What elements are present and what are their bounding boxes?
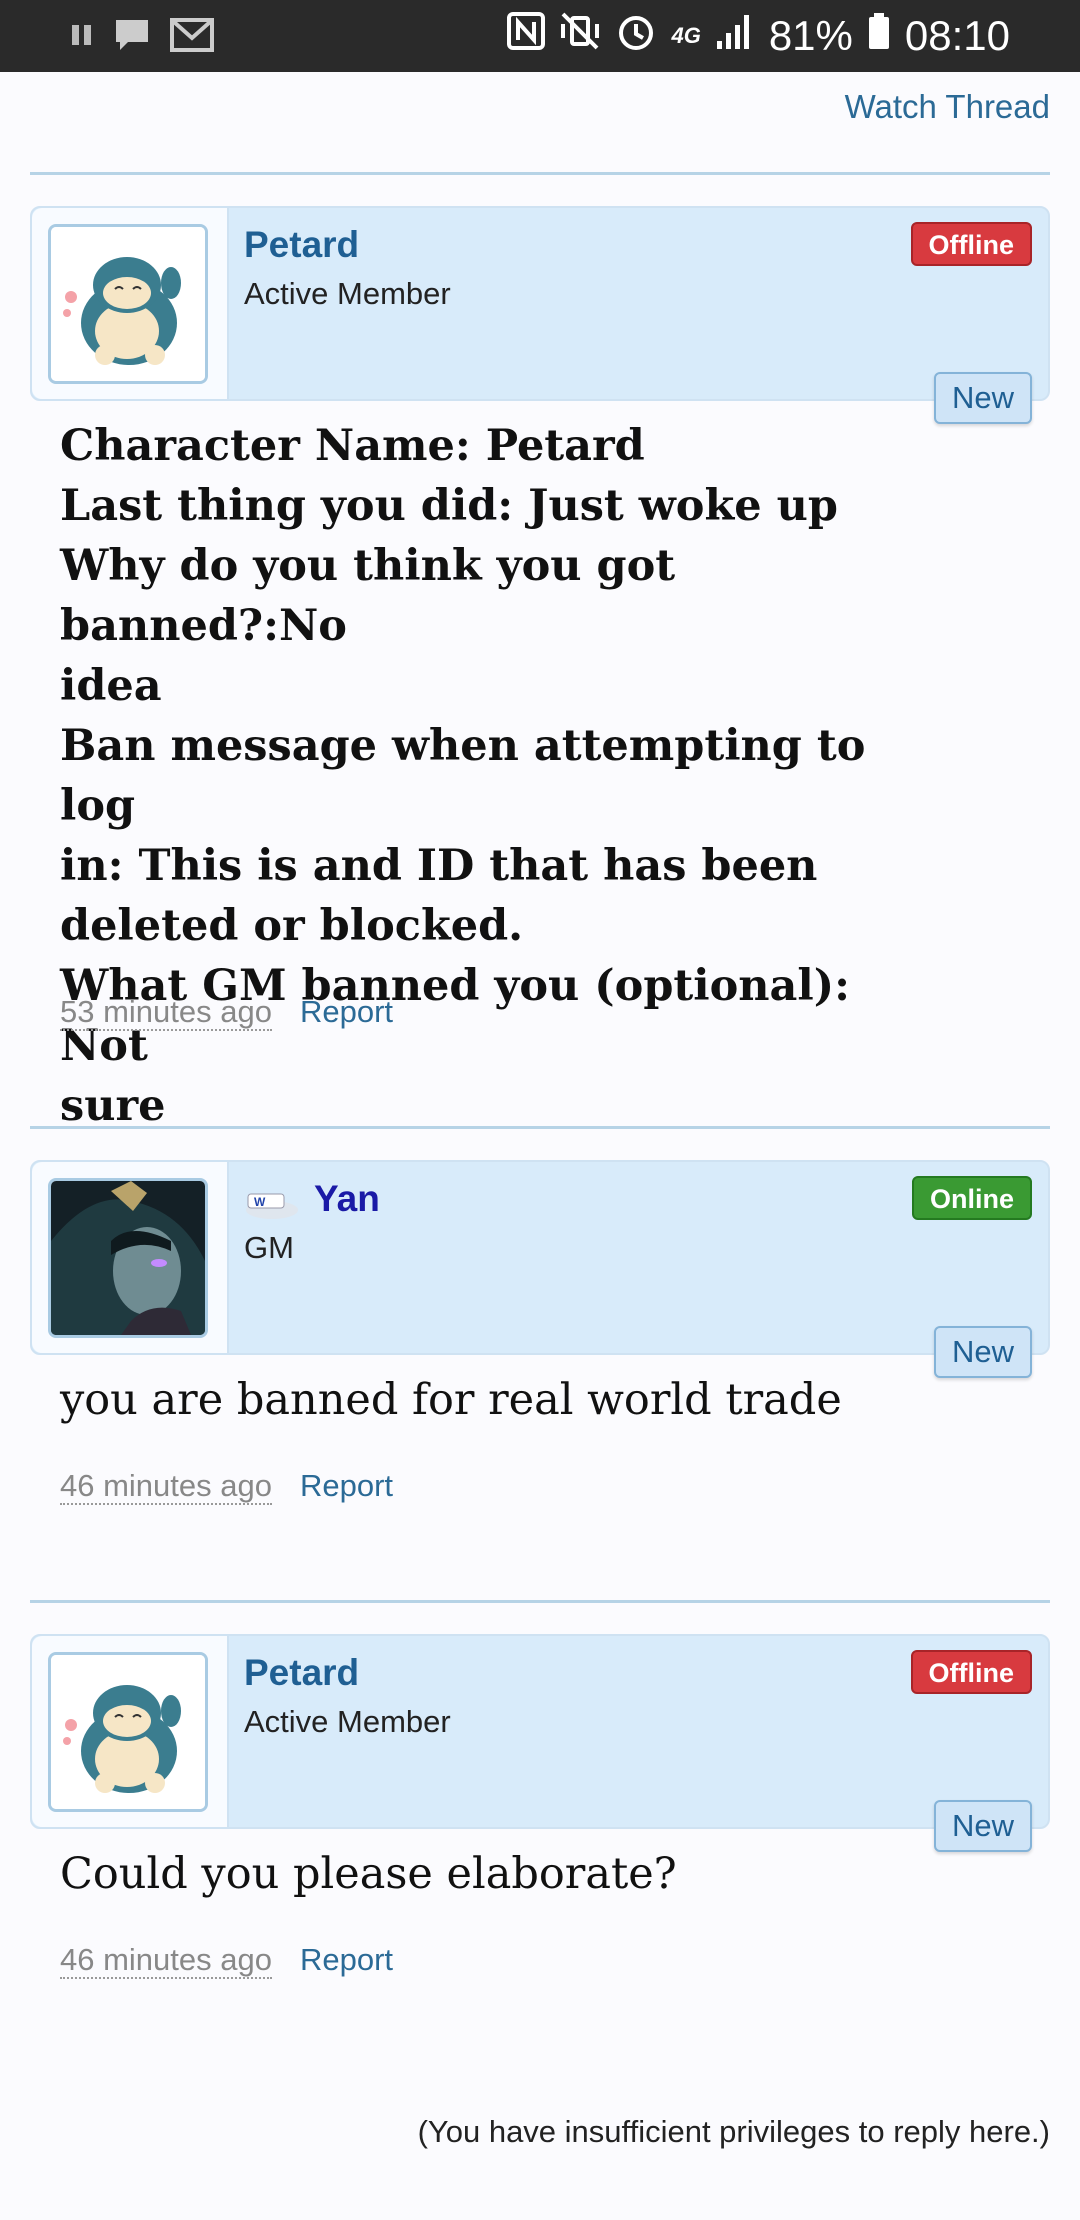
reply-privilege-notice: (You have insufficient privileges to rep…: [417, 2114, 1050, 2149]
new-post-badge[interactable]: New: [933, 1800, 1032, 1852]
post-meta: 46 minutes ago Report: [60, 1468, 393, 1505]
svg-text:W: W: [254, 1195, 266, 1209]
post-separator: [30, 1600, 1050, 1603]
post-separator: [30, 1126, 1050, 1129]
post-message: you are banned for real world trade: [60, 1370, 940, 1430]
message-line: deleted or blocked.: [60, 901, 524, 951]
post-separator: [30, 172, 1050, 175]
chat-icon: [112, 16, 152, 59]
message-line: in: This is and ID that has been: [60, 841, 818, 891]
status-badge: Offline: [910, 1650, 1032, 1694]
message-line: Ban message when attempting to log: [60, 721, 866, 831]
avatar[interactable]: [48, 224, 208, 384]
status-bar: 4G 81% 08:10: [0, 0, 1080, 72]
report-link[interactable]: Report: [300, 1468, 393, 1503]
battery-percent: 81%: [768, 12, 853, 59]
post-meta: 46 minutes ago Report: [60, 1942, 393, 1979]
message-line: Could you please elaborate?: [60, 1849, 677, 1899]
username-link[interactable]: Petard: [244, 224, 359, 266]
nfc-icon: [507, 10, 546, 62]
new-post-badge[interactable]: New: [933, 1326, 1032, 1378]
clock: 08:10: [904, 12, 1010, 59]
avatar[interactable]: [48, 1652, 208, 1812]
message-line: Last thing you did: Just woke up: [60, 481, 838, 531]
user-title: Active Member: [244, 276, 451, 311]
report-link[interactable]: Report: [300, 1942, 393, 1977]
alarm-icon: [615, 10, 657, 62]
message-line: you are banned for real world trade: [60, 1375, 842, 1425]
watch-thread-link[interactable]: Watch Thread: [845, 88, 1050, 126]
post-timestamp[interactable]: 53 minutes ago: [60, 994, 272, 1031]
gmail-icon: [170, 16, 214, 59]
gm-rank-icon: W: [244, 1188, 300, 1227]
username-link[interactable]: Yan: [314, 1178, 380, 1220]
report-link[interactable]: Report: [300, 994, 393, 1029]
post-header: Petard Active Member Offline New: [30, 206, 1050, 424]
post-header: W Yan GM Online New: [30, 1160, 1050, 1378]
user-title: GM: [244, 1230, 294, 1265]
battery-icon: [867, 11, 891, 61]
post-timestamp[interactable]: 46 minutes ago: [60, 1468, 272, 1505]
post-meta: 53 minutes ago Report: [60, 994, 393, 1031]
network-4g-icon: 4G: [671, 23, 701, 48]
pause-icon: [72, 23, 94, 52]
signal-icon: [715, 11, 755, 61]
message-line: idea: [60, 661, 162, 711]
avatar[interactable]: [48, 1178, 208, 1338]
username-link[interactable]: Petard: [244, 1652, 359, 1694]
message-line: Why do you think you got banned?:No: [60, 541, 676, 651]
message-line: Character Name: Petard: [60, 421, 645, 471]
status-badge: Online: [911, 1176, 1032, 1220]
post-header: Petard Active Member Offline New: [30, 1634, 1050, 1852]
status-badge: Offline: [910, 222, 1032, 266]
post-message: Could you please elaborate?: [60, 1844, 940, 1904]
vibrate-mute-icon: [559, 10, 601, 62]
post-timestamp[interactable]: 46 minutes ago: [60, 1942, 272, 1979]
new-post-badge[interactable]: New: [933, 372, 1032, 424]
user-title: Active Member: [244, 1704, 451, 1739]
